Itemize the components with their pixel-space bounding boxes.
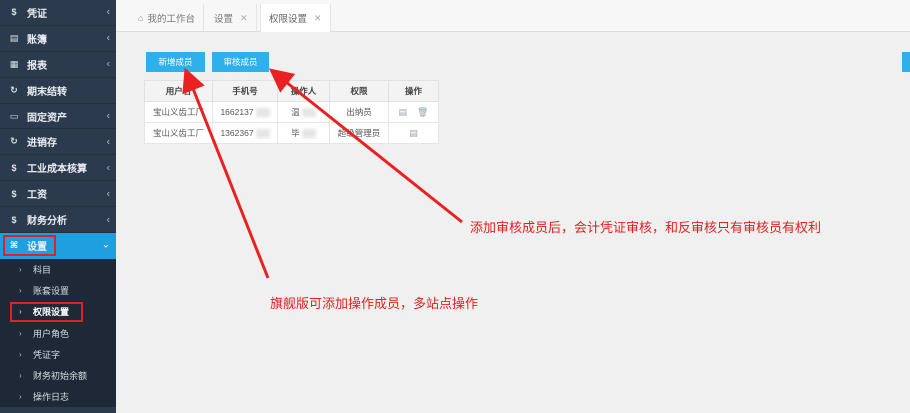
annotation-add-note: 旗舰版可添加操作成员，多站点操作 bbox=[270, 296, 479, 311]
annotation-audit-note: 添加审核成员后，会计凭证审核，和反审核只有审核员有权利 bbox=[470, 220, 822, 235]
arrow-audit-note bbox=[268, 68, 463, 224]
arrow-add-note bbox=[182, 67, 270, 279]
annotation-arrows bbox=[182, 67, 463, 279]
